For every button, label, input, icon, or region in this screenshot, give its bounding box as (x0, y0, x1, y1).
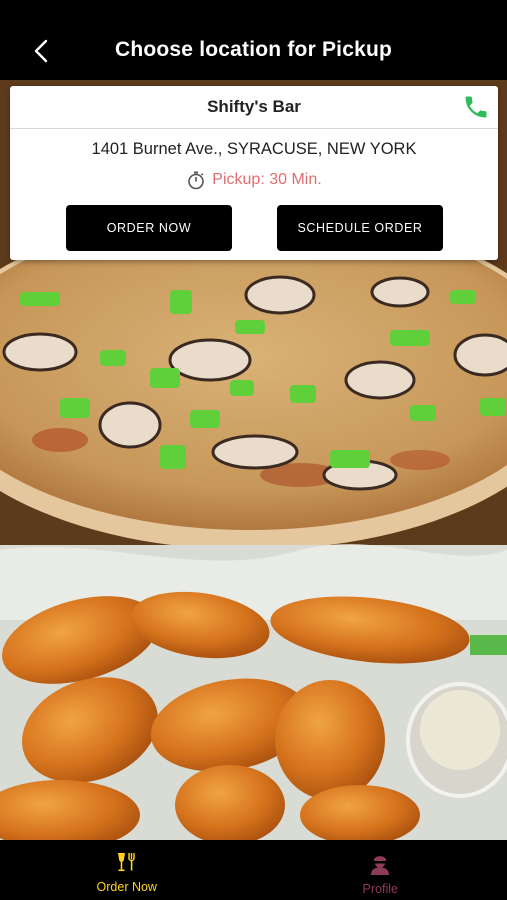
card-actions: ORDER NOW SCHEDULE ORDER (66, 205, 443, 251)
stopwatch-icon (188, 171, 205, 190)
tab-order-now-label: Order Now (96, 880, 157, 894)
tab-order-now[interactable]: Order Now (0, 840, 254, 900)
dining-icon (117, 853, 135, 872)
schedule-order-button[interactable]: SCHEDULE ORDER (277, 205, 443, 251)
location-name: Shifty's Bar (207, 97, 301, 116)
phone-icon (465, 96, 487, 118)
user-icon (371, 856, 390, 875)
bottom-tab-bar: Order Now Profile (0, 840, 507, 900)
location-address: 1401 Burnet Ave., SYRACUSE, NEW YORK (91, 140, 417, 158)
location-name-row: Shifty's Bar (10, 86, 498, 129)
tab-profile-label: Profile (362, 882, 398, 896)
app-header: Choose location for Pickup (0, 0, 507, 80)
order-now-button[interactable]: ORDER NOW (66, 205, 232, 251)
pickup-time-row: Pickup: 30 Min. (10, 170, 498, 190)
page-title: Choose location for Pickup (114, 38, 393, 61)
tab-profile[interactable]: Profile (254, 840, 507, 900)
pickup-time: Pickup: 30 Min. (212, 171, 322, 188)
call-button[interactable] (462, 93, 490, 121)
location-card: Shifty's Bar 1401 Burnet Ave., SYRACUSE,… (10, 86, 498, 260)
